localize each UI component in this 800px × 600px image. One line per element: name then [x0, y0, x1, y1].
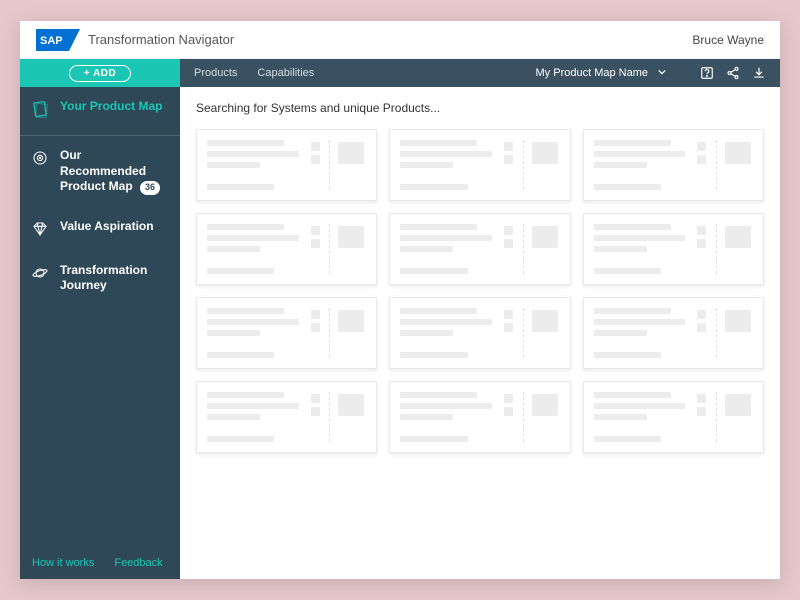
card-text-skeleton [207, 140, 303, 190]
card-thumb-skeleton [338, 140, 366, 190]
tab-products[interactable]: Products [194, 67, 237, 79]
product-card[interactable] [583, 297, 764, 369]
card-thumb-skeleton [725, 140, 753, 190]
card-thumb-skeleton [532, 308, 560, 358]
card-action-skeleton [309, 392, 321, 442]
card-text-skeleton [594, 308, 690, 358]
card-text-skeleton [207, 308, 303, 358]
app-window: SAP Transformation Navigator Bruce Wayne… [20, 21, 780, 579]
product-card[interactable] [583, 129, 764, 201]
sidebar-item-label: Transformation Journey [60, 263, 170, 294]
add-bar: + ADD [20, 59, 180, 87]
product-card[interactable] [196, 297, 377, 369]
card-action-skeleton [309, 308, 321, 358]
card-thumb-skeleton [338, 392, 366, 442]
brand: SAP Transformation Navigator [36, 29, 234, 51]
map-icon [30, 99, 50, 119]
card-text-skeleton [400, 140, 496, 190]
sidebar-item-value-aspiration[interactable]: Value Aspiration [20, 207, 180, 251]
app-title: Transformation Navigator [88, 32, 234, 47]
content: Searching for Systems and unique Product… [180, 87, 780, 579]
map-name-select[interactable]: My Product Map Name [536, 67, 666, 79]
card-action-skeleton [503, 140, 515, 190]
card-thumb-skeleton [338, 224, 366, 274]
sidebar: + ADD Your Product Map Our Recommende [20, 59, 180, 579]
product-card[interactable] [196, 381, 377, 453]
sidebar-item-label: Your Product Map [60, 99, 170, 115]
card-action-skeleton [503, 308, 515, 358]
card-action-skeleton [696, 308, 708, 358]
feedback-link[interactable]: Feedback [114, 557, 162, 569]
product-card[interactable] [389, 297, 570, 369]
plus-icon: + [84, 68, 90, 79]
card-action-skeleton [696, 140, 708, 190]
main: Products Capabilities My Product Map Nam… [180, 59, 780, 579]
card-grid [196, 129, 764, 453]
card-thumb-skeleton [725, 392, 753, 442]
sidebar-item-label: Our Recommended Product Map 36 [60, 148, 170, 195]
card-action-skeleton [696, 392, 708, 442]
sidebar-footer: How it works Feedback [20, 547, 180, 579]
map-name-label: My Product Map Name [536, 67, 648, 79]
card-action-skeleton [309, 140, 321, 190]
tab-capabilities[interactable]: Capabilities [257, 67, 314, 79]
card-thumb-skeleton [532, 392, 560, 442]
how-it-works-link[interactable]: How it works [32, 557, 94, 569]
sap-logo: SAP [36, 29, 80, 51]
nav: Your Product Map Our Recommended Product… [20, 87, 180, 547]
sidebar-item-transformation-journey[interactable]: Transformation Journey [20, 251, 180, 306]
product-card[interactable] [389, 381, 570, 453]
card-thumb-skeleton [725, 224, 753, 274]
card-action-skeleton [309, 224, 321, 274]
card-action-skeleton [696, 224, 708, 274]
add-button[interactable]: + ADD [69, 65, 132, 82]
username[interactable]: Bruce Wayne [692, 33, 764, 47]
sidebar-item-label: Value Aspiration [60, 219, 170, 235]
body: + ADD Your Product Map Our Recommende [20, 59, 780, 579]
target-icon [30, 148, 50, 168]
add-label: ADD [93, 68, 116, 79]
status-text: Searching for Systems and unique Product… [196, 101, 764, 115]
header: SAP Transformation Navigator Bruce Wayne [20, 21, 780, 59]
card-text-skeleton [594, 392, 690, 442]
card-thumb-skeleton [532, 224, 560, 274]
card-action-skeleton [503, 392, 515, 442]
card-text-skeleton [207, 392, 303, 442]
card-text-skeleton [400, 308, 496, 358]
product-card[interactable] [196, 213, 377, 285]
diamond-icon [30, 219, 50, 239]
toolbar: Products Capabilities My Product Map Nam… [180, 59, 780, 87]
chevron-down-icon [658, 67, 666, 79]
help-icon[interactable] [700, 66, 714, 80]
toolbar-icons [700, 66, 766, 80]
card-text-skeleton [594, 140, 690, 190]
svg-text:SAP: SAP [40, 35, 63, 47]
planet-icon [30, 263, 50, 283]
card-thumb-skeleton [532, 140, 560, 190]
card-thumb-skeleton [725, 308, 753, 358]
product-card[interactable] [583, 213, 764, 285]
card-thumb-skeleton [338, 308, 366, 358]
download-icon[interactable] [752, 66, 766, 80]
card-text-skeleton [207, 224, 303, 274]
card-text-skeleton [400, 224, 496, 274]
product-card[interactable] [389, 129, 570, 201]
share-icon[interactable] [726, 66, 740, 80]
product-card[interactable] [583, 381, 764, 453]
count-badge: 36 [140, 181, 160, 195]
card-text-skeleton [594, 224, 690, 274]
product-card[interactable] [389, 213, 570, 285]
sidebar-item-recommended-map[interactable]: Our Recommended Product Map 36 [20, 136, 180, 207]
product-card[interactable] [196, 129, 377, 201]
card-text-skeleton [400, 392, 496, 442]
sidebar-item-your-product-map[interactable]: Your Product Map [20, 87, 180, 136]
card-action-skeleton [503, 224, 515, 274]
